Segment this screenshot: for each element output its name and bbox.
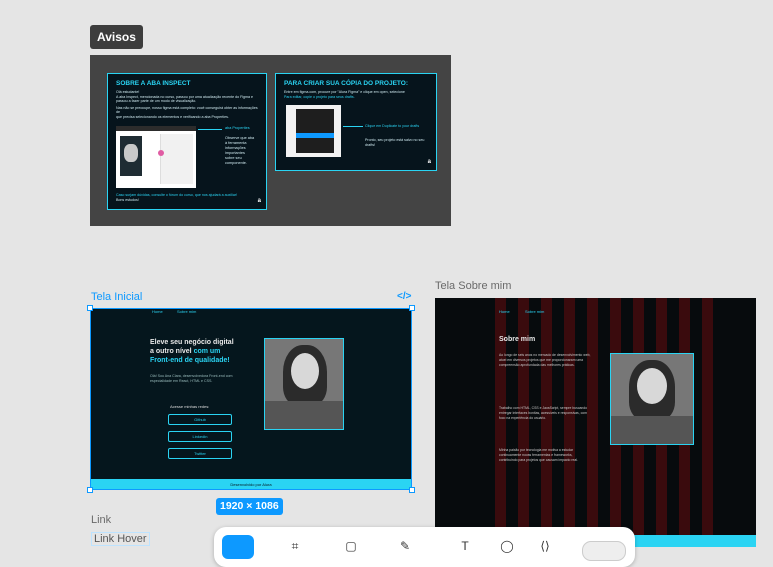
card-title: PARA CRIAR SUA CÓPIA DO PROJETO: (284, 80, 408, 87)
tela-sobre-frame[interactable]: Home Sobre mim Sobre mim Ao longo de sei… (435, 298, 756, 547)
arrow-label: aba Properties (225, 126, 250, 130)
nav-sobre[interactable]: Sobre mim (525, 309, 544, 314)
component-label-link-hover[interactable]: Link Hover (91, 532, 150, 546)
note-2: Pronto, seu projeto está salvo no seu dr… (365, 138, 425, 147)
resize-handle[interactable] (409, 487, 415, 493)
card-paragraph: Nas não se preocupe, nosso figma está co… (116, 105, 258, 115)
text-icon[interactable]: T (458, 539, 472, 553)
sobre-paragraph: Minha paixão por tecnologia me motiva a … (499, 448, 578, 462)
note-1: Clique em Duplicate to your drafts (365, 124, 420, 128)
side-text: Observe que aba à ferramenta informações… (225, 136, 255, 165)
menu-mockup (286, 105, 341, 157)
alura-logo: a (427, 159, 431, 166)
resize-handle[interactable] (409, 305, 415, 311)
nav-home[interactable]: Home (499, 309, 510, 314)
card-paragraph: que precisa selecionando os elementos e … (116, 114, 229, 119)
card-aba-inspect[interactable]: SOBRE A ABA INSPECT Olá estudante! A aba… (107, 73, 267, 210)
resize-handle[interactable] (87, 305, 93, 311)
arrow-line (343, 126, 363, 127)
bottom-toolbar: ⌗ ▢ ✎ T ◯ ⟨⟩ (214, 527, 635, 567)
move-tool-button[interactable] (222, 535, 254, 559)
frame-label-tela-sobre[interactable]: Tela Sobre mim (435, 280, 511, 292)
sobre-title: Sobre mim (499, 336, 536, 343)
dev-code-icon[interactable]: </> (397, 291, 411, 302)
dev-mode-icon[interactable]: ⟨⟩ (538, 539, 552, 553)
comment-icon[interactable]: ◯ (500, 539, 514, 553)
avisos-frame[interactable]: SOBRE A ABA INSPECT Olá estudante! A aba… (90, 55, 451, 226)
component-label-link[interactable]: Link (91, 514, 111, 526)
inspect-screenshot (116, 126, 196, 188)
rect-icon[interactable]: ▢ (344, 539, 358, 553)
sobre-paragraph: Ao longo de seis anos no mercado de dese… (499, 353, 591, 367)
card-paragraph: Para editar, copie o projeto para seus d… (284, 94, 355, 99)
sobre-paragraph: Trabalho com HTML, CSS e JavaScript, sem… (499, 406, 588, 420)
avisos-section-label[interactable]: Avisos (90, 25, 143, 49)
dimension-badge: 1920 × 1086 (216, 498, 283, 515)
profile-photo (610, 353, 694, 445)
resize-handle[interactable] (87, 487, 93, 493)
card-paragraph: passou a fazer parte de um modo de visua… (116, 99, 197, 104)
card-footer: Caso surjam dúvidas, consulte o fórum do… (116, 193, 238, 197)
card-criar-copia[interactable]: PARA CRIAR SUA CÓPIA DO PROJETO: Entre e… (275, 73, 437, 171)
selection-outline (90, 308, 412, 490)
dev-mode-toggle[interactable] (582, 541, 626, 561)
frame-icon[interactable]: ⌗ (288, 539, 302, 553)
pen-icon[interactable]: ✎ (398, 539, 412, 553)
card-title: SOBRE A ABA INSPECT (116, 80, 191, 87)
arrow-line (198, 129, 222, 130)
card-footer-2: Bons estudos! (116, 198, 139, 202)
frame-label-tela-inicial[interactable]: Tela Inicial (91, 291, 142, 303)
alura-logo: a (257, 198, 261, 205)
